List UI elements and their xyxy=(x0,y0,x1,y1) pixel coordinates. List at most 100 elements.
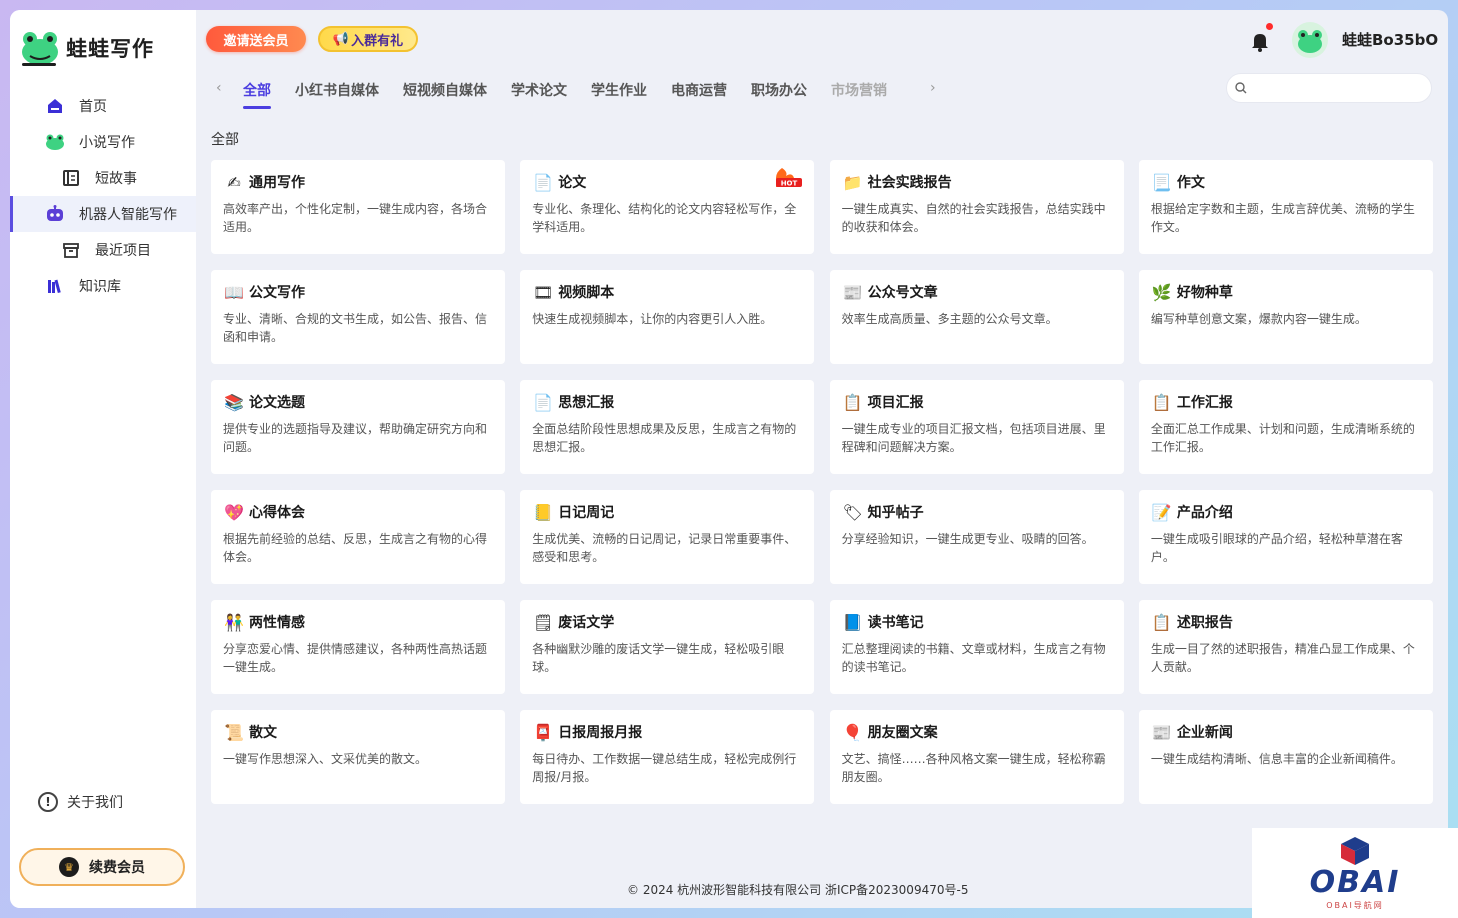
sidebar-item-novel[interactable]: 小说写作 xyxy=(10,124,196,160)
section-title: 全部 xyxy=(211,132,239,148)
crown-icon: ♛ xyxy=(59,857,79,877)
tool-card[interactable]: 📄 思想汇报 全面总结阶段性思想成果及反思，生成言之有物的思想汇报。 xyxy=(520,380,815,474)
sidebar-item-knowledge[interactable]: 知识库 xyxy=(10,268,196,304)
tool-card[interactable]: 📖 公文写作 专业、清晰、合规的文书生成，如公告、报告、信函和申请。 xyxy=(211,270,505,364)
card-header: 📃 作文 xyxy=(1151,171,1421,193)
sidebar-item-recent[interactable]: 最近项目 xyxy=(10,232,196,268)
tool-card[interactable]: 🎞 视频脚本 快速生成视频脚本，让你的内容更引人入胜。 xyxy=(520,270,815,364)
username[interactable]: 蛙蛙Bo35bO xyxy=(1342,29,1438,50)
renew-membership-button[interactable]: ♛ 续费会员 xyxy=(19,848,185,886)
renew-label: 续费会员 xyxy=(89,860,145,876)
tool-card[interactable]: 📁 社会实践报告 一键生成真实、自然的社会实践报告，总结实践中的收获和体会。 xyxy=(829,160,1124,254)
tool-card[interactable]: 📘 读书笔记 汇总整理阅读的书籍、文章或材料，生成言之有物的读书笔记。 xyxy=(829,600,1124,694)
tool-card[interactable]: ✍ 通用写作 高效率产出，个性化定制，一键生成内容，各场合适用。 xyxy=(211,160,505,254)
card-header: 📜 散文 xyxy=(223,721,493,743)
app-window: 蛙蛙写作 首页 小说写作 短故事 机器人智能写作 最近项目 知识库 ! 关于我们… xyxy=(10,10,1448,908)
tool-card[interactable]: 📮 日报周报月报 每日待办、工作数据一键总结生成，轻松完成例行周报/月报。 xyxy=(520,710,815,804)
tool-card[interactable]: 👫 两性情感分享恋爱心情、提供情感建议，各种两性高热话题一键生成。 xyxy=(211,600,505,694)
card-header: 🎞 视频脚本 xyxy=(532,281,802,303)
checklist-icon: 📋 xyxy=(842,392,863,412)
card-header: 📚 论文选题 xyxy=(223,391,493,413)
card-description: 文艺、搞怪……各种风格文案一键生成，轻松称霸朋友圈。 xyxy=(841,752,1106,784)
megaphone-icon: 📢 xyxy=(332,31,350,47)
notification-dot xyxy=(1266,23,1273,30)
card-description: 分享经验知识，一键生成更专业、吸睛的回答。 xyxy=(841,532,1094,546)
card-description: 生成优美、流畅的日记周记，记录日常重要事件、感受和思考。 xyxy=(532,532,797,564)
card-header: 📄 思想汇报 xyxy=(532,391,802,413)
tool-card[interactable]: 📚 论文选题提供专业的选题指导及建议，帮助确定研究方向和问题。 xyxy=(211,380,505,474)
hot-badge-text: HOT xyxy=(781,180,798,188)
tool-card[interactable]: 📜 散文 一键写作思想深入、文采优美的散文。 xyxy=(211,710,505,804)
search-box[interactable] xyxy=(1226,73,1432,103)
tab-xiaohongshu[interactable]: 小红书自媒体 xyxy=(295,80,379,100)
tool-card-grid: ✍ 通用写作 高效率产出，个性化定制，一键生成内容，各场合适用。 📄 论文 专业化、条理化… xyxy=(211,160,1433,804)
avatar[interactable] xyxy=(1292,22,1328,58)
card-header: 📋 工作汇报 xyxy=(1151,391,1421,413)
card-description: 效率生成高质量、多主题的公众号文章。 xyxy=(841,312,1058,326)
bell-icon[interactable] xyxy=(1248,29,1272,53)
sidebar-item-short-story[interactable]: 短故事 xyxy=(10,160,196,196)
tool-card[interactable]: 🌿 好物种草 编写种草创意文案，爆款内容一键生成。 xyxy=(1138,270,1433,364)
app-logo[interactable]: 蛙蛙写作 xyxy=(18,28,154,68)
tool-card[interactable]: 📋 工作汇报 全面汇总工作成果、计划和问题，生成清晰系统的工作汇报。 xyxy=(1138,380,1433,474)
card-title: 读书笔记 xyxy=(867,615,924,631)
tab-office[interactable]: 职场办公 xyxy=(751,80,807,100)
tool-card[interactable]: 📒 日记周记 生成优美、流畅的日记周记，记录日常重要事件、感受和思考。 xyxy=(520,490,815,584)
card-description: 编写种草创意文案，爆款内容一键生成。 xyxy=(1150,312,1367,326)
card-description: 分享恋爱心情、提供情感建议，各种两性高热话题一键生成。 xyxy=(223,642,488,674)
group-promo-button[interactable]: 📢 入群有礼 xyxy=(318,26,418,52)
tool-card[interactable]: 📃 作文 根据给定字数和主题，生成言辞优美、流畅的学生作文。 xyxy=(1138,160,1433,254)
tool-card[interactable]: 📄 论文 专业化、条理化、结构化的论文内容轻松写作，全学科适用。 HOT xyxy=(520,160,815,254)
tool-card[interactable]: 📋 项目汇报 一键生成专业的项目汇报文档，包括项目进展、里程碑和问题解决方案。 xyxy=(829,380,1124,474)
sidebar-item-label: 短故事 xyxy=(95,171,137,187)
sidebar-item-robot-writing[interactable]: 机器人智能写作 xyxy=(10,196,196,232)
clipboard-icon: 📋 xyxy=(1151,392,1172,412)
blue-book-icon: 📘 xyxy=(842,612,863,632)
card-title: 项目汇报 xyxy=(867,395,924,411)
card-description: 各种幽默沙雕的废话文学一键生成，轻松吸引眼球。 xyxy=(532,642,785,674)
card-title: 心得体会 xyxy=(249,505,305,521)
card-header: 📘 读书笔记 xyxy=(842,611,1112,633)
film-icon: 🎞 xyxy=(533,282,554,302)
sidebar-item-home[interactable]: 首页 xyxy=(10,88,196,124)
card-title: 论文选题 xyxy=(249,395,305,411)
stack-books-icon: 📚 xyxy=(224,392,244,412)
card-header: 📰 公众号文章 xyxy=(842,281,1112,303)
invite-promo-button[interactable]: 邀请送会员 xyxy=(206,26,306,52)
card-title: 工作汇报 xyxy=(1176,395,1233,411)
tool-card[interactable]: 📝 产品介绍 一键生成吸引眼球的产品介绍，轻松种草潜在客户。 xyxy=(1138,490,1433,584)
card-description: 根据先前经验的总结、反思，生成言之有物的心得体会。 xyxy=(223,532,488,564)
sidebar-item-label: 首页 xyxy=(79,99,107,115)
card-description: 提供专业的选题指导及建议，帮助确定研究方向和问题。 xyxy=(223,422,488,454)
tab-short-video[interactable]: 短视频自媒体 xyxy=(403,80,487,100)
tool-card[interactable]: 📰 企业新闻 一键生成结构清晰、信息丰富的企业新闻稿件。 xyxy=(1138,710,1433,804)
couple-icon: 👫 xyxy=(224,612,244,632)
card-title: 产品介绍 xyxy=(1176,505,1233,521)
tool-card[interactable]: 🏷 知乎帖子 分享经验知识，一键生成更专业、吸睛的回答。 xyxy=(829,490,1124,584)
tool-card[interactable]: 📋 述职报告 生成一目了然的述职报告，精准凸显工作成果、个人贡献。 xyxy=(1138,600,1433,694)
tab-student[interactable]: 学生作业 xyxy=(591,80,647,100)
tool-card[interactable]: 🗒 废话文学 各种幽默沙雕的废话文学一键生成，轻松吸引眼球。 xyxy=(520,600,815,694)
box-icon xyxy=(60,239,82,261)
group-promo-label: 入群有礼 xyxy=(351,33,404,49)
herb-icon: 🌿 xyxy=(1151,282,1172,302)
card-title: 两性情感 xyxy=(249,615,305,631)
tool-card[interactable]: 🎈 朋友圈文案 文艺、搞怪……各种风格文案一键生成，轻松称霸朋友圈。 xyxy=(829,710,1124,804)
search-input[interactable] xyxy=(1253,81,1423,95)
tab-ecommerce[interactable]: 电商运营 xyxy=(671,80,727,100)
chevron-right-icon[interactable]: › xyxy=(930,80,936,96)
frog-logo-icon xyxy=(18,28,62,68)
tool-card[interactable]: 📰 公众号文章效率生成高质量、多主题的公众号文章。 xyxy=(829,270,1124,364)
chevron-left-icon[interactable]: ‹ xyxy=(216,80,222,96)
tool-card[interactable]: 💖 心得体会 根据先前经验的总结、反思，生成言之有物的心得体会。 xyxy=(211,490,505,584)
card-title: 述职报告 xyxy=(1176,615,1233,631)
tab-academic[interactable]: 学术论文 xyxy=(511,80,567,100)
card-description: 每日待办、工作数据一键总结生成，轻松完成例行周报/月报。 xyxy=(532,752,797,784)
tab-marketing[interactable]: 市场营销 xyxy=(831,80,887,100)
card-header: 📋 项目汇报 xyxy=(842,391,1112,413)
card-header: 📄 论文 xyxy=(532,171,802,193)
tab-all[interactable]: 全部 xyxy=(243,80,271,109)
page-icon: 📃 xyxy=(1151,172,1172,192)
card-title: 知乎帖子 xyxy=(867,505,924,521)
about-us-link[interactable]: ! 关于我们 xyxy=(38,792,123,812)
